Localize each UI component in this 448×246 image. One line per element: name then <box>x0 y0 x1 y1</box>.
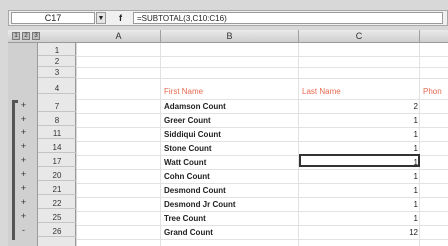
active-cell-selection[interactable] <box>299 154 420 167</box>
row-header[interactable]: 8 <box>38 115 76 126</box>
expand-group-button[interactable]: + <box>18 128 29 137</box>
grid-line <box>160 43 161 246</box>
subtotal-label[interactable]: Desmond Count <box>164 185 226 196</box>
outline-gutter: + + + + + + + + + - <box>8 43 38 246</box>
header-phone[interactable]: Phon <box>423 86 442 97</box>
subtotal-label[interactable]: Greer Count <box>164 115 211 126</box>
grand-total-value[interactable]: 12 <box>388 227 418 238</box>
row-header[interactable]: 3 <box>38 67 76 78</box>
name-box-dropdown-icon[interactable]: ▼ <box>96 12 106 24</box>
header-last-name[interactable]: Last Name <box>302 86 341 97</box>
row-header[interactable]: 4 <box>38 83 76 94</box>
grid-line <box>77 239 448 240</box>
subtotal-label[interactable]: Adamson Count <box>164 101 226 112</box>
outline-level-2-button[interactable]: 2 <box>22 32 30 40</box>
expand-group-button[interactable]: + <box>18 156 29 165</box>
column-header-b[interactable]: B <box>161 30 299 43</box>
expand-group-button[interactable]: + <box>18 170 29 179</box>
expand-group-button[interactable]: + <box>18 198 29 207</box>
grid-line <box>77 56 448 57</box>
subtotal-label[interactable]: Cohn Count <box>164 171 210 182</box>
formula-input[interactable]: =SUBTOTAL(3,C10:C16) <box>133 12 443 24</box>
header-first-name[interactable]: First Name <box>164 86 203 97</box>
name-box[interactable]: C17 <box>11 12 95 24</box>
subtotal-value[interactable]: 1 <box>388 129 418 140</box>
row-header[interactable]: 1 <box>38 45 76 56</box>
subtotal-label[interactable]: Desmond Jr Count <box>164 199 236 210</box>
subtotal-value[interactable]: 1 <box>388 199 418 210</box>
row-header[interactable]: 14 <box>38 142 76 153</box>
grid-line <box>77 127 448 128</box>
grand-total-label[interactable]: Grand Count <box>164 227 213 238</box>
row-header[interactable]: 21 <box>38 184 76 195</box>
row-header[interactable]: 17 <box>38 156 76 167</box>
spreadsheet-window: C17 ▼ f =SUBTOTAL(3,C10:C16) 1 2 3 A B C… <box>0 0 448 246</box>
subtotal-value[interactable]: 1 <box>388 213 418 224</box>
collapse-group-button[interactable]: - <box>18 226 29 235</box>
row-header[interactable]: 2 <box>38 56 76 67</box>
grid-line <box>77 183 448 184</box>
grid-line <box>77 99 448 100</box>
grid-line <box>77 67 448 68</box>
grid-line <box>77 78 448 79</box>
expand-group-button[interactable]: + <box>18 184 29 193</box>
expand-group-button[interactable]: + <box>18 101 29 110</box>
grid-line <box>419 43 420 246</box>
grid-line <box>298 43 299 246</box>
grid-line <box>77 169 448 170</box>
subtotal-label[interactable]: Siddiqui Count <box>164 129 221 140</box>
outline-level-1-button[interactable]: 1 <box>12 32 20 40</box>
row-header[interactable]: 26 <box>38 226 76 237</box>
column-header-c[interactable]: C <box>299 30 420 43</box>
fx-icon[interactable]: f <box>119 13 122 23</box>
grid-line <box>77 197 448 198</box>
subtotal-label[interactable]: Tree Count <box>164 213 206 224</box>
expand-group-button[interactable]: + <box>18 142 29 151</box>
subtotal-value[interactable]: 2 <box>388 101 418 112</box>
subtotal-value[interactable]: 1 <box>388 143 418 154</box>
column-header-a[interactable]: A <box>77 30 161 43</box>
row-header[interactable]: 7 <box>38 101 76 112</box>
row-header[interactable]: 20 <box>38 170 76 181</box>
subtotal-value[interactable]: 1 <box>388 171 418 182</box>
grid-line <box>77 141 448 142</box>
subtotal-label[interactable]: Watt Count <box>164 157 206 168</box>
subtotal-value[interactable]: 1 <box>388 115 418 126</box>
row-header[interactable]: 22 <box>38 198 76 209</box>
cell-grid[interactable]: First Name Last Name Phon Adamson Count … <box>77 43 448 246</box>
row-header[interactable]: 25 <box>38 212 76 223</box>
expand-group-button[interactable]: + <box>18 115 29 124</box>
grid-line <box>77 211 448 212</box>
outline-bracket <box>12 100 15 240</box>
formula-bar: C17 ▼ f =SUBTOTAL(3,C10:C16) <box>8 10 448 26</box>
subtotal-value[interactable]: 1 <box>388 185 418 196</box>
column-header-strip: 1 2 3 A B C <box>8 30 448 43</box>
grid-line <box>77 113 448 114</box>
subtotal-label[interactable]: Stone Count <box>164 143 212 154</box>
outline-level-3-button[interactable]: 3 <box>32 32 40 40</box>
row-header-strip: 1 2 3 4 7 8 11 14 17 20 21 22 25 26 <box>38 43 76 246</box>
grid-line <box>77 225 448 226</box>
expand-group-button[interactable]: + <box>18 212 29 221</box>
row-header[interactable]: 11 <box>38 128 76 139</box>
